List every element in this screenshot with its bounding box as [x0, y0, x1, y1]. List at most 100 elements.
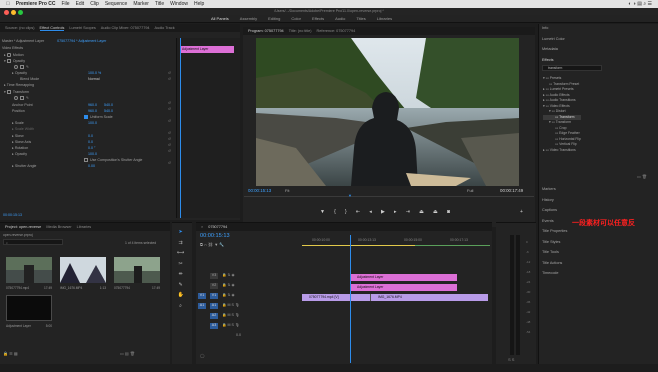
ec-timecode[interactable]: 00:00:15:13: [3, 213, 22, 217]
tab-source[interactable]: Source: (no clips): [5, 26, 35, 30]
mark-in-icon[interactable]: {: [334, 209, 336, 217]
title-properties-label[interactable]: Title Properties: [542, 226, 567, 237]
tab-sequence[interactable]: 075077794: [208, 225, 227, 229]
slip-tool-icon[interactable]: ⇹: [177, 269, 184, 280]
app-menu[interactable]: Premiere Pro CC: [16, 1, 56, 7]
crumb-master[interactable]: Master * Adjustment Layer: [2, 39, 44, 43]
nest-icon[interactable]: ⧉: [200, 242, 203, 247]
captions-label[interactable]: Captions: [542, 205, 567, 216]
rect-mask-icon[interactable]: [20, 65, 24, 70]
effects-panel-label[interactable]: Effects: [542, 58, 554, 62]
apple-icon[interactable]: : [6, 1, 10, 7]
sync-icon[interactable]: ⇅: [227, 293, 230, 297]
skew-value[interactable]: 0.0: [88, 134, 93, 138]
lock-icon[interactable]: 🔒: [3, 351, 8, 356]
effects-search-input[interactable]: transform: [542, 65, 602, 71]
ec-mini-clip[interactable]: Adjustment Layer: [180, 46, 234, 53]
track-v1-label[interactable]: V1: [210, 293, 218, 299]
scale-value[interactable]: 100.0: [88, 121, 97, 125]
fit-select[interactable]: Fit: [285, 188, 289, 193]
timeline-playhead[interactable]: [350, 235, 351, 363]
rotation-value[interactable]: 0.0 °: [88, 146, 95, 150]
menu-edit[interactable]: Edit: [76, 1, 85, 7]
rect-mask-icon[interactable]: [20, 96, 24, 101]
anchor-y-value[interactable]: 540.0: [104, 103, 113, 107]
blend-mode-select[interactable]: Normal: [88, 77, 128, 81]
clip-v1-b[interactable]: IMG_1676.MP4: [370, 294, 488, 301]
metadata-label[interactable]: Metadata: [542, 47, 558, 51]
linked-icon[interactable]: ⛓: [208, 242, 213, 247]
pen-tool-icon[interactable]: ✎: [177, 280, 184, 291]
mic-icon[interactable]: 🎙: [235, 313, 240, 317]
history-label[interactable]: History: [542, 195, 567, 206]
pen-mask-icon[interactable]: ✎: [26, 65, 29, 69]
lock-icon[interactable]: 🔒: [222, 323, 226, 327]
timeline-zoom-bar[interactable]: ◯: [200, 353, 204, 358]
program-scrub-bar[interactable]: ▼: [244, 193, 534, 204]
track-a1-label[interactable]: A1: [210, 303, 218, 309]
time-remap-row[interactable]: ▸ Time Remapping: [4, 83, 34, 87]
lock-icon[interactable]: 🔒: [222, 303, 226, 307]
title-styles-label[interactable]: Title Styles: [542, 237, 567, 248]
close-icon[interactable]: ×: [201, 225, 203, 229]
lumetri-color-label[interactable]: Lumetri Color: [542, 37, 565, 41]
title-actions-label[interactable]: Title Actions: [542, 258, 567, 269]
eye-icon[interactable]: ◉: [232, 273, 235, 277]
track-v3-label[interactable]: V3: [210, 273, 218, 279]
transform-row[interactable]: ▾ Transform: [4, 90, 29, 95]
tab-reference[interactable]: Reference: 075077794: [317, 29, 356, 33]
program-timecode[interactable]: 00:00:15:13: [248, 188, 271, 193]
tab-media-browser[interactable]: Media Browser: [46, 225, 71, 229]
uniform-scale-checkbox[interactable]: [84, 115, 88, 120]
project-thumb-3[interactable]: [114, 257, 160, 283]
tab-effect-controls[interactable]: Effect Controls: [39, 26, 65, 31]
opacity-value[interactable]: 100.0 %: [88, 71, 101, 75]
extract-icon[interactable]: ⏏: [433, 209, 438, 217]
tab-lumetri-scopes[interactable]: Lumetri Scopes: [69, 26, 95, 30]
skew-axis-value[interactable]: 0.0: [88, 140, 93, 144]
mark-out-icon[interactable]: }: [345, 209, 347, 217]
eye-icon[interactable]: ◉: [232, 283, 235, 287]
project-thumb-2[interactable]: [60, 257, 106, 283]
menu-help[interactable]: Help: [194, 1, 204, 7]
opacity-group-row[interactable]: ▾ Opacity: [4, 59, 25, 64]
lock-icon[interactable]: 🔒: [222, 293, 226, 297]
sync-icon[interactable]: ⇅: [227, 283, 230, 287]
clip-adjustment-v3[interactable]: Adjustment Layer: [350, 274, 457, 281]
project-thumb-4[interactable]: [6, 295, 52, 321]
workspace-libraries[interactable]: Libraries: [377, 16, 392, 21]
info-panel-label[interactable]: Info: [542, 26, 548, 30]
crumb-sequence[interactable]: 075077794 * Adjustment Layer: [57, 39, 106, 43]
ripple-edit-icon[interactable]: ⟷: [177, 248, 184, 259]
step-forward-icon[interactable]: ▸: [394, 209, 397, 217]
project-search-input[interactable]: ⌕: [3, 239, 63, 245]
lock-icon[interactable]: 🔒: [222, 283, 226, 287]
list-view-icon[interactable]: ☰: [9, 351, 13, 356]
program-video-frame[interactable]: [256, 38, 519, 186]
menu-window[interactable]: Window: [170, 1, 188, 7]
position-y-value[interactable]: 540.0: [104, 109, 113, 113]
go-to-in-icon[interactable]: ⇤: [356, 209, 360, 217]
track-v2-label[interactable]: V2: [210, 283, 218, 289]
track-select-icon[interactable]: ⇉: [177, 238, 184, 249]
tab-audio-clip-mixer[interactable]: Audio Clip Mixer: 075077794: [101, 26, 150, 30]
lock-icon[interactable]: 🔒: [222, 273, 226, 277]
fx-icon[interactable]: [6, 59, 11, 64]
workspace-effects[interactable]: Effects: [312, 16, 324, 21]
tab-program[interactable]: Program: 075077794: [248, 29, 284, 33]
tree-video-transitions[interactable]: ▸ ▭ Video Transitions: [543, 148, 581, 154]
trash-icon[interactable]: 🗑: [130, 351, 135, 356]
motion-row[interactable]: ▸ Motion: [4, 53, 24, 58]
marker-icon[interactable]: ▼: [214, 242, 218, 247]
lift-icon[interactable]: ⏏: [419, 209, 424, 217]
project-thumb-1[interactable]: [6, 257, 52, 283]
workspace-audio[interactable]: Audio: [335, 16, 345, 21]
source-a1-label[interactable]: A1: [198, 303, 206, 309]
menu-title[interactable]: Title: [155, 1, 164, 7]
ec-playhead[interactable]: [180, 38, 181, 218]
timeline-ruler[interactable]: 00:00:10:00 00:00:13:13 00:00:15:00 00:0…: [302, 236, 490, 246]
timeline-timecode[interactable]: 00:00:15:13: [200, 233, 230, 239]
title-tools-label[interactable]: Title Tools: [542, 247, 567, 258]
master-track-value[interactable]: 0.0: [236, 333, 241, 337]
selection-tool-icon[interactable]: ➤: [177, 227, 184, 238]
